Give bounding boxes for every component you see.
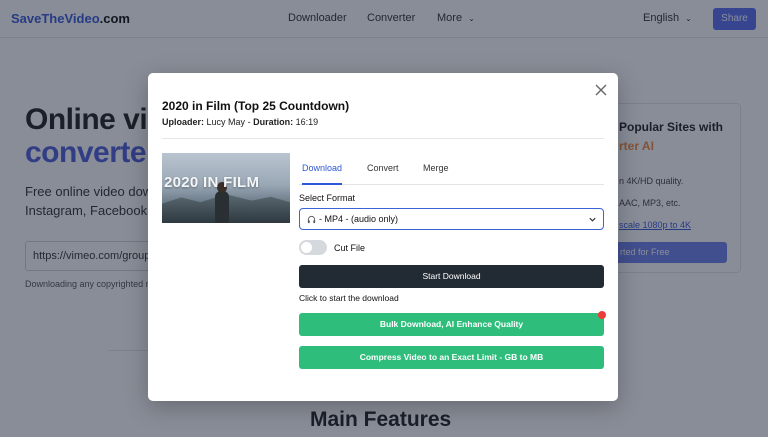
uploader-name: Lucy May bbox=[206, 117, 246, 127]
close-icon bbox=[595, 84, 607, 96]
format-select[interactable]: - MP4 - (audio only) bbox=[299, 208, 604, 230]
cut-file-label: Cut File bbox=[334, 243, 366, 253]
uploader-label: Uploader: bbox=[162, 117, 205, 127]
thumbnail-person bbox=[215, 191, 229, 223]
meta-separator: - bbox=[247, 117, 251, 127]
tab-merge[interactable]: Merge bbox=[423, 163, 449, 185]
compress-video-button[interactable]: Compress Video to an Exact Limit - GB to… bbox=[299, 346, 604, 369]
headphones-icon bbox=[307, 215, 316, 224]
video-meta: Uploader: Lucy May - Duration: 16:19 bbox=[162, 117, 318, 127]
start-download-button[interactable]: Start Download bbox=[299, 265, 604, 288]
toggle-knob bbox=[301, 242, 312, 253]
video-thumbnail: 2020 IN FILM bbox=[162, 153, 290, 223]
duration-value: 16:19 bbox=[295, 117, 319, 127]
select-format-label: Select Format bbox=[299, 193, 356, 203]
tab-download[interactable]: Download bbox=[302, 163, 343, 185]
close-button[interactable] bbox=[594, 83, 608, 97]
chevron-down-icon bbox=[589, 217, 596, 222]
duration-label: Duration: bbox=[253, 117, 294, 127]
tab-convert[interactable]: Convert bbox=[367, 163, 399, 185]
modal-divider bbox=[162, 138, 604, 139]
thumbnail-title: 2020 IN FILM bbox=[164, 174, 260, 191]
cut-file-toggle[interactable] bbox=[299, 240, 327, 255]
bulk-download-button[interactable]: Bulk Download, AI Enhance Quality bbox=[299, 313, 604, 336]
start-download-hint: Click to start the download bbox=[299, 293, 399, 303]
modal-tabs: Download Convert Merge bbox=[299, 157, 604, 185]
video-title: 2020 in Film (Top 25 Countdown) bbox=[162, 99, 350, 113]
format-select-value: - MP4 - (audio only) bbox=[319, 214, 399, 224]
download-modal: 2020 in Film (Top 25 Countdown) Uploader… bbox=[148, 73, 618, 401]
notification-dot bbox=[598, 311, 606, 319]
